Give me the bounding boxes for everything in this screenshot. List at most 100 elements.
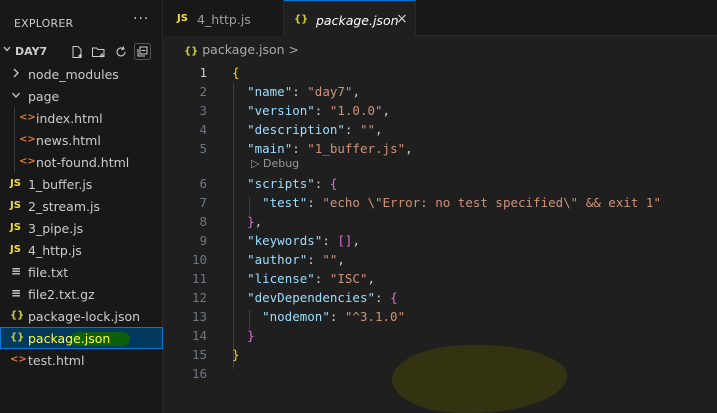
chevron-down-icon [11, 89, 21, 104]
tree-file-package-json[interactable]: {} package.json [0, 327, 163, 349]
line-number: 3 [199, 103, 207, 118]
more-actions-icon[interactable]: ··· [133, 11, 149, 27]
new-file-icon[interactable] [68, 43, 85, 60]
debug-codelens[interactable]: ▷ Debug [251, 157, 299, 170]
annotation-scribble [392, 345, 567, 413]
chevron-right-icon [11, 67, 21, 82]
tree-item-label: not-found.html [36, 155, 130, 170]
tab-4-http-js[interactable]: JS 4_http.js [163, 0, 284, 36]
code-line: "license": "ISC", [247, 271, 376, 286]
line-number: 7 [199, 195, 207, 210]
line-number: 5 [199, 141, 207, 156]
line-number: 6 [199, 176, 207, 191]
line-number: 9 [199, 233, 207, 248]
code-line: "name": "day7", [247, 84, 360, 99]
json-file-icon: {} [10, 332, 25, 343]
code-line: }, [247, 214, 263, 229]
play-icon: ▷ [251, 157, 260, 170]
codelens-label: Debug [262, 157, 300, 170]
tree-item-label: node_modules [28, 67, 119, 82]
tree-file-3-pipe-js[interactable]: JS 3_pipe.js [0, 217, 163, 239]
close-icon[interactable]: × [396, 11, 408, 27]
tree-item-label: file2.txt.gz [28, 287, 95, 302]
json-file-icon: {} [10, 310, 25, 321]
tree-file-file-txt[interactable]: ≡ file.txt [0, 261, 163, 283]
code-line: } [232, 347, 240, 362]
tree-file-4-http-js[interactable]: JS 4_http.js [0, 239, 163, 261]
line-number: 10 [191, 252, 207, 267]
tab-label: package.json [316, 13, 399, 28]
tree-item-label: news.html [36, 133, 101, 148]
breadcrumb-item[interactable]: package.json [202, 42, 284, 57]
line-number: 12 [191, 290, 207, 305]
line-number: 16 [191, 366, 207, 381]
tree-item-label: test.html [28, 353, 85, 368]
js-file-icon: JS [177, 13, 188, 24]
editor-tab-bar: JS 4_http.js {} package.json × [163, 0, 717, 37]
breadcrumb: {} package.json > [184, 42, 299, 57]
code-line: "keywords": [], [247, 233, 360, 248]
tree-item-label: 2_stream.js [28, 199, 100, 214]
tree-file-test-html[interactable]: <> test.html [0, 349, 163, 371]
tree-folder-node-modules[interactable]: node_modules [0, 63, 163, 85]
code-line: "nodemon": "^3.1.0" [262, 309, 406, 324]
code-line: "author": "", [247, 252, 345, 267]
code-line: "description": "", [247, 122, 383, 137]
html-file-icon: <> [19, 156, 36, 167]
html-file-icon: <> [10, 354, 27, 365]
tree-file-1-buffer-js[interactable]: JS 1_buffer.js [0, 173, 163, 195]
tree-item-label: package-lock.json [28, 309, 141, 324]
tree-item-label: index.html [36, 111, 103, 126]
tab-package-json[interactable]: {} package.json × [284, 0, 416, 37]
explorer-sidebar: EXPLORER ··· DAY7 node_modules page <> i… [0, 0, 163, 413]
js-file-icon: JS [10, 244, 21, 255]
file-tree: node_modules page <> index.html <> news.… [0, 63, 163, 371]
code-line: "version": "1.0.0", [247, 103, 391, 118]
tree-file-2-stream-js[interactable]: JS 2_stream.js [0, 195, 163, 217]
tree-file-news-html[interactable]: <> news.html [0, 129, 163, 151]
tree-item-label: package.json [28, 331, 111, 346]
code-line: "test": "echo \"Error: no test specified… [262, 195, 661, 210]
js-file-icon: JS [10, 222, 21, 233]
code-line: } [247, 328, 255, 343]
line-number: 2 [199, 84, 207, 99]
tree-item-label: page [28, 89, 60, 104]
new-folder-icon[interactable] [90, 43, 107, 60]
breadcrumb-separator: > [288, 42, 300, 57]
refresh-icon[interactable] [112, 43, 129, 60]
line-number: 15 [191, 347, 207, 362]
workspace-folder-name: DAY7 [15, 45, 48, 58]
tree-file-file2-txt-gz[interactable]: ≡ file2.txt.gz [0, 283, 163, 305]
code-editor[interactable]: 1 2 3 4 5 6 7 8 9 10 11 12 13 14 15 16 {… [163, 62, 717, 413]
text-file-icon: ≡ [11, 286, 22, 300]
js-file-icon: JS [10, 178, 21, 189]
tree-item-label: 1_buffer.js [28, 177, 93, 192]
tree-item-label: 4_http.js [28, 243, 82, 258]
explorer-title: EXPLORER [14, 17, 74, 30]
collapse-all-icon[interactable] [134, 43, 151, 60]
workspace-folder-header[interactable]: DAY7 [0, 42, 163, 62]
line-number: 14 [191, 328, 207, 343]
code-line: "main": "1_buffer.js", [247, 141, 413, 156]
text-file-icon: ≡ [11, 264, 22, 278]
line-number: 13 [191, 309, 207, 324]
tab-label: 4_http.js [197, 12, 251, 27]
code-line: "devDependencies": { [247, 290, 398, 305]
code-line: { [232, 65, 240, 80]
html-file-icon: <> [19, 134, 36, 145]
tree-item-label: file.txt [28, 265, 69, 280]
line-number: 1 [199, 65, 207, 80]
tree-file-index-html[interactable]: <> index.html [0, 107, 163, 129]
chevron-down-icon [2, 44, 12, 57]
tree-file-package-lock-json[interactable]: {} package-lock.json [0, 305, 163, 327]
json-file-icon: {} [294, 14, 309, 25]
tree-folder-page[interactable]: page [0, 85, 163, 107]
line-number: 11 [191, 271, 207, 286]
html-file-icon: <> [19, 112, 36, 123]
js-file-icon: JS [10, 200, 21, 211]
line-number: 4 [199, 122, 207, 137]
line-number: 8 [199, 214, 207, 229]
explorer-actions [68, 43, 151, 61]
tree-file-not-found-html[interactable]: <> not-found.html [0, 151, 163, 173]
tree-item-label: 3_pipe.js [28, 221, 84, 236]
